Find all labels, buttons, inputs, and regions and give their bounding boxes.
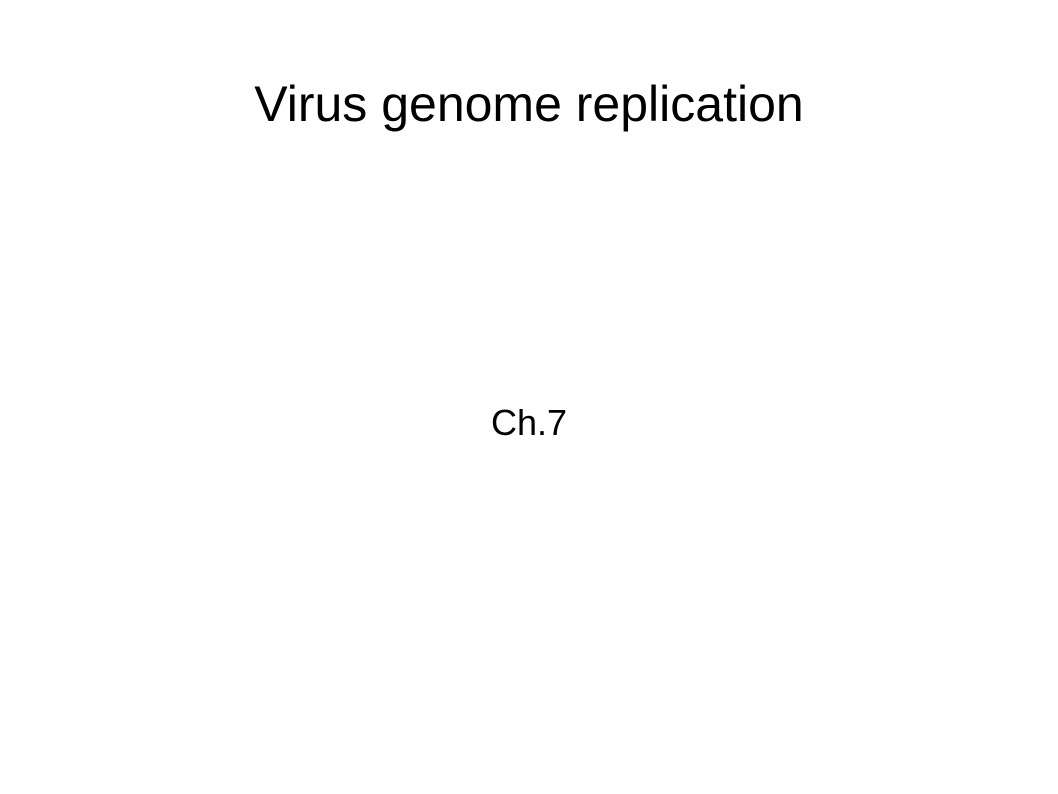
- slide-title: Virus genome replication: [254, 76, 804, 132]
- slide-subtitle: Ch.7: [490, 402, 568, 443]
- slide-canvas: Virus genome replication Ch.7: [0, 0, 1058, 794]
